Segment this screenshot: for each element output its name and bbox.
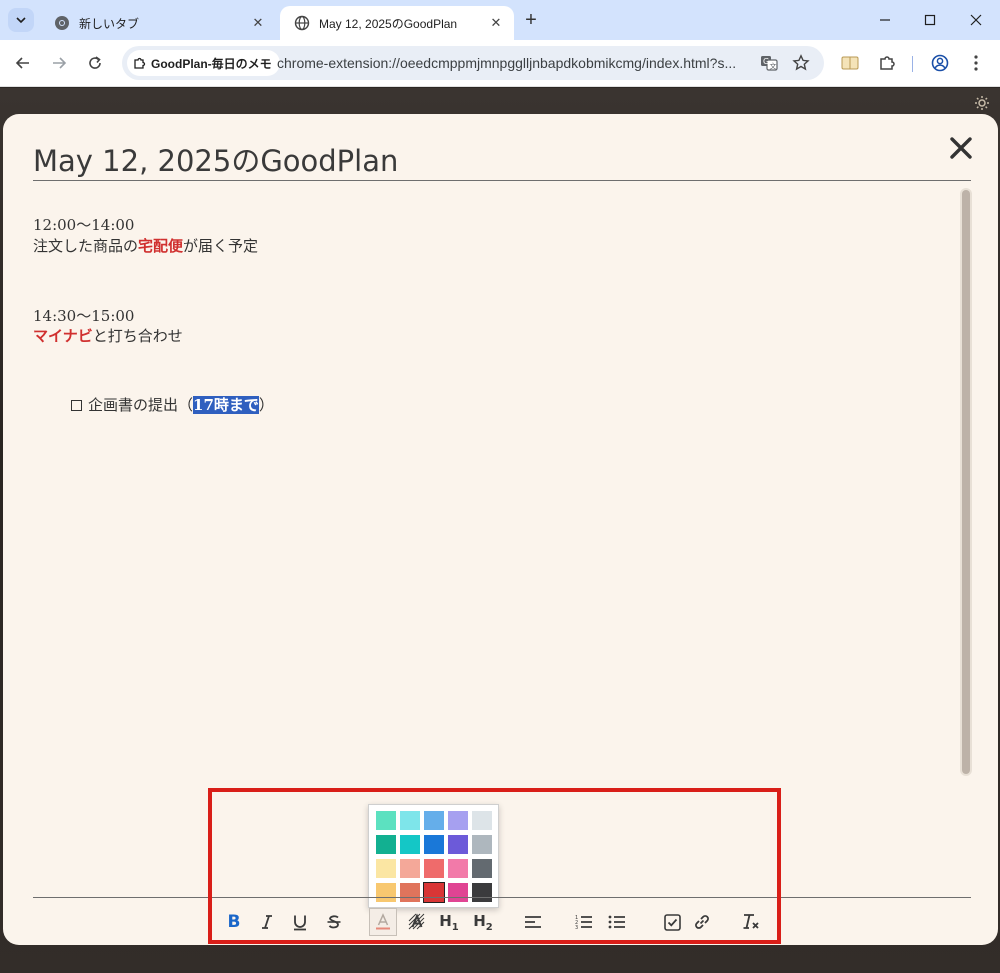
reading-list-icon[interactable]: [838, 52, 862, 74]
browser-toolbar: GoodPlan-毎日のメモ chrome-extension://oeedcm…: [0, 40, 1000, 87]
todo-item: 企画書の提出（17時まで）: [71, 394, 274, 415]
entry2-time: 14:30～15:00: [33, 307, 135, 325]
toolbar-divider: [912, 56, 913, 72]
menu-icon[interactable]: [964, 52, 988, 74]
site-info-label: GoodPlan-毎日のメモ: [151, 56, 272, 71]
page-title: May 12, 2025のGoodPlan: [33, 144, 399, 178]
arrow-right-icon: [53, 57, 67, 69]
puzzle-icon: [133, 56, 147, 70]
editor-scrollbar[interactable]: [960, 188, 972, 776]
entry1-time: 12:00～14:00: [33, 216, 135, 234]
gear-icon[interactable]: [974, 95, 992, 113]
close-icon: [950, 137, 972, 159]
entry1-text: 注文した商品の宅配便が届く予定: [33, 235, 258, 256]
todo-text-after: ）: [258, 396, 274, 414]
site-info-chip[interactable]: GoodPlan-毎日のメモ: [127, 50, 280, 76]
new-tab-button[interactable]: +: [520, 10, 542, 32]
minimize-button[interactable]: [871, 8, 899, 32]
entry2-text: マイナビと打ち合わせ: [33, 325, 183, 346]
url-text: chrome-extension://oeedcmppmjmnpgglljnba…: [277, 55, 737, 71]
chevron-down-icon: [16, 17, 26, 24]
tab-title: 新しいタブ: [79, 16, 140, 31]
minimize-icon: [880, 19, 890, 21]
maximize-button[interactable]: [916, 8, 944, 32]
close-icon[interactable]: ✕: [488, 15, 504, 31]
tab-goodplan[interactable]: May 12, 2025のGoodPlan ✕: [280, 6, 514, 40]
back-button[interactable]: [11, 51, 35, 75]
entry1-text-after: が届く予定: [183, 237, 259, 255]
tab-title: May 12, 2025のGoodPlan: [319, 16, 458, 31]
tab-search-button[interactable]: [8, 8, 34, 32]
todo-text-before: 企画書の提出（: [88, 396, 194, 414]
reload-button[interactable]: [83, 51, 107, 75]
title-divider: [33, 180, 971, 181]
maximize-icon: [924, 14, 936, 26]
todo-selected-text: 17時まで: [193, 396, 259, 414]
todo-checkbox[interactable]: [71, 400, 82, 411]
close-icon[interactable]: ✕: [250, 15, 266, 31]
forward-button[interactable]: [47, 51, 71, 75]
entry1-highlight: 宅配便: [138, 237, 184, 255]
reload-icon: [89, 56, 101, 69]
translate-icon[interactable]: G文: [758, 53, 780, 73]
globe-icon: [294, 15, 310, 31]
tab-new-tab[interactable]: 新しいタブ ✕: [40, 6, 276, 40]
chrome-icon: [54, 15, 70, 31]
arrow-left-icon: [15, 57, 29, 69]
star-icon[interactable]: [790, 53, 812, 73]
svg-text:G: G: [763, 57, 769, 66]
svg-text:文: 文: [770, 62, 777, 71]
profile-icon[interactable]: [928, 52, 952, 74]
entry1-text-before: 注文した商品の: [33, 237, 139, 255]
scrollbar-thumb[interactable]: [962, 190, 970, 774]
annotation-highlight-box: [208, 788, 781, 944]
address-bar[interactable]: GoodPlan-毎日のメモ chrome-extension://oeedcm…: [122, 46, 824, 80]
window-close-button[interactable]: [962, 8, 990, 32]
extensions-icon[interactable]: [875, 52, 899, 74]
close-icon: [970, 14, 982, 26]
tab-strip: 新しいタブ ✕ May 12, 2025のGoodPlan ✕ +: [0, 0, 1000, 40]
entry2-highlight: マイナビ: [33, 327, 93, 345]
modal-close-button[interactable]: [947, 134, 975, 162]
entry2-text-after: と打ち合わせ: [92, 327, 183, 345]
